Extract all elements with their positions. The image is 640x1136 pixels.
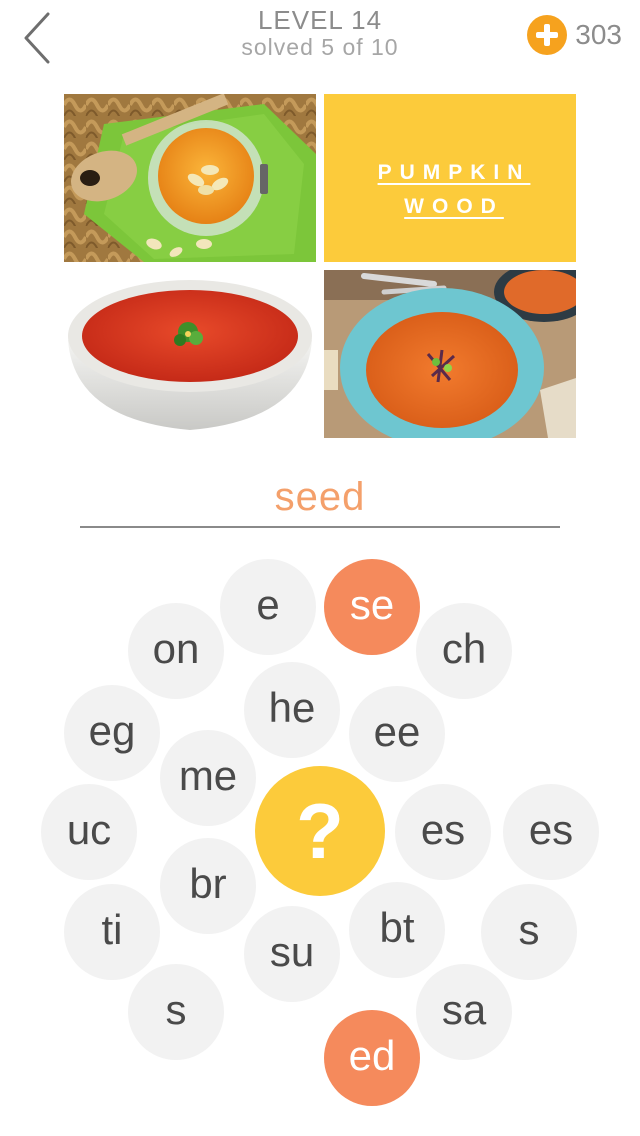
letter-bubble-selected[interactable]: ed — [324, 1010, 420, 1106]
letter-bubble[interactable]: es — [395, 784, 491, 880]
letter-bubble[interactable]: ti — [64, 884, 160, 980]
question-mark-icon: ? — [296, 786, 344, 875]
letter-bubble[interactable]: ee — [349, 686, 445, 782]
level-header: LEVEL 14 solved 5 of 10 — [170, 6, 470, 60]
letter-bubble[interactable]: eg — [64, 685, 160, 781]
clue-image-soup-blue-bowl — [324, 270, 576, 438]
level-progress: solved 5 of 10 — [241, 34, 399, 60]
clue-image-tomato-soup-bowl — [64, 270, 316, 438]
letter-bubble[interactable]: uc — [41, 784, 137, 880]
letter-bubble[interactable]: ch — [416, 603, 512, 699]
letter-bubble[interactable]: es — [503, 784, 599, 880]
clue-image-pumpkin-soup-jar — [64, 94, 316, 262]
chevron-left-icon — [24, 12, 50, 64]
back-button[interactable] — [18, 12, 58, 64]
letter-bubble[interactable]: on — [128, 603, 224, 699]
letter-bubble[interactable]: he — [244, 662, 340, 758]
level-title: LEVEL 14 — [257, 5, 383, 35]
answer-underline — [80, 526, 560, 528]
letter-bubble-selected[interactable]: se — [324, 559, 420, 655]
hint-button[interactable]: ? — [255, 766, 385, 896]
letter-bubble[interactable]: su — [244, 906, 340, 1002]
letter-bubble[interactable]: s — [481, 884, 577, 980]
letter-bubble[interactable]: br — [160, 838, 256, 934]
letter-bubble[interactable]: e — [220, 559, 316, 655]
letter-bubble[interactable]: me — [160, 730, 256, 826]
answer-text: seed — [274, 475, 366, 519]
letter-bubble[interactable]: bt — [349, 882, 445, 978]
clue-card: PUMPKIN WOOD — [324, 94, 576, 262]
letter-bubble[interactable]: s — [128, 964, 224, 1060]
coin-count: 303 — [575, 19, 622, 50]
plus-coin-icon — [527, 15, 568, 55]
clue-word-2: WOOD — [404, 195, 504, 218]
clue-word-1: PUMPKIN — [377, 161, 531, 184]
letter-bubble[interactable]: sa — [416, 964, 512, 1060]
coins-button[interactable]: 303 — [527, 14, 622, 56]
